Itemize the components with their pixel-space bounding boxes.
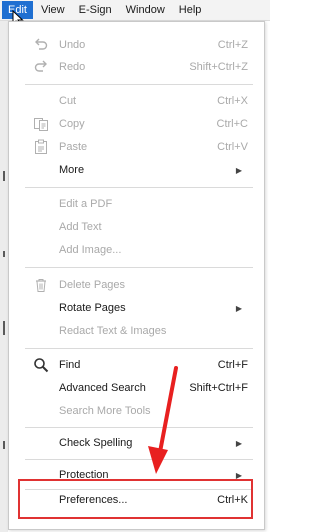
separator — [25, 84, 253, 85]
menu-item-redact[interactable]: Redact Text & Images — [9, 320, 264, 342]
more-label: More — [59, 164, 85, 176]
chevron-right-icon: ▶ — [235, 303, 242, 313]
redo-label: Redo — [59, 61, 86, 73]
copy-label: Copy — [59, 118, 85, 130]
menu-help[interactable]: Help — [173, 1, 208, 19]
menu-item-rotate-pages[interactable]: Rotate Pages ▶ — [9, 297, 264, 319]
add-image-label: Add Image... — [59, 244, 122, 256]
undo-icon — [33, 37, 49, 53]
menu-item-copy[interactable]: Copy Ctrl+C — [9, 113, 264, 135]
undo-label: Undo — [59, 39, 86, 51]
menu-item-preferences[interactable]: Preferences... Ctrl+K — [9, 489, 264, 511]
menu-item-more[interactable]: More ▶ — [9, 159, 264, 181]
menu-item-redo[interactable]: Redo Shift+Ctrl+Z — [9, 56, 264, 78]
menu-item-undo[interactable]: Undo Ctrl+Z — [9, 34, 264, 56]
menu-esign[interactable]: E-Sign — [73, 1, 118, 19]
edit-menu-dropdown: Undo Ctrl+Z Redo Shift+Ctrl+Z Cut Ctrl+X… — [8, 21, 265, 530]
check-spelling-label: Check Spelling — [59, 437, 133, 449]
preferences-label: Preferences... — [59, 494, 128, 506]
search-icon — [33, 357, 49, 373]
edit-pdf-label: Edit a PDF — [59, 198, 113, 210]
cut-label: Cut — [59, 95, 77, 107]
menu-item-advanced-search[interactable]: Advanced Search Shift+Ctrl+F — [9, 377, 264, 399]
document-background — [0, 21, 8, 532]
menu-bar: Edit View E-Sign Window Help — [0, 0, 270, 21]
separator — [25, 348, 253, 349]
cut-shortcut: Ctrl+X — [217, 95, 248, 107]
menu-item-paste[interactable]: Paste Ctrl+V — [9, 136, 264, 158]
paste-label: Paste — [59, 141, 88, 153]
delete-pages-label: Delete Pages — [59, 279, 126, 291]
paste-shortcut: Ctrl+V — [217, 141, 248, 153]
add-text-label: Add Text — [59, 221, 102, 233]
preferences-shortcut: Ctrl+K — [217, 494, 248, 506]
redo-shortcut: Shift+Ctrl+Z — [189, 61, 248, 73]
search-more-tools-label: Search More Tools — [59, 405, 151, 417]
menu-item-delete-pages[interactable]: Delete Pages — [9, 274, 264, 296]
copy-shortcut: Ctrl+C — [216, 118, 248, 130]
advanced-search-label: Advanced Search — [59, 382, 146, 394]
paste-icon — [33, 139, 49, 155]
redo-icon — [33, 59, 49, 75]
chevron-right-icon: ▶ — [235, 438, 242, 448]
copy-icon — [33, 116, 49, 132]
undo-shortcut: Ctrl+Z — [217, 39, 248, 51]
menu-item-search-more-tools[interactable]: Search More Tools — [9, 400, 264, 422]
find-label: Find — [59, 359, 81, 371]
chevron-right-icon: ▶ — [235, 165, 242, 175]
menu-item-add-image[interactable]: Add Image... — [9, 239, 264, 261]
menu-window[interactable]: Window — [120, 1, 171, 19]
menu-view[interactable]: View — [35, 1, 71, 19]
find-shortcut: Ctrl+F — [217, 359, 248, 371]
menu-item-cut[interactable]: Cut Ctrl+X — [9, 90, 264, 112]
menu-item-check-spelling[interactable]: Check Spelling ▶ — [9, 432, 264, 454]
separator — [25, 427, 253, 428]
separator — [25, 459, 253, 460]
separator — [25, 187, 253, 188]
redact-label: Redact Text & Images — [59, 325, 167, 337]
advanced-search-shortcut: Shift+Ctrl+F — [189, 382, 248, 394]
menu-item-find[interactable]: Find Ctrl+F — [9, 354, 264, 376]
separator — [25, 267, 253, 268]
menu-item-add-text[interactable]: Add Text — [9, 216, 264, 238]
rotate-pages-label: Rotate Pages — [59, 302, 126, 314]
trash-icon — [33, 277, 49, 293]
menu-item-edit-pdf[interactable]: Edit a PDF — [9, 193, 264, 215]
